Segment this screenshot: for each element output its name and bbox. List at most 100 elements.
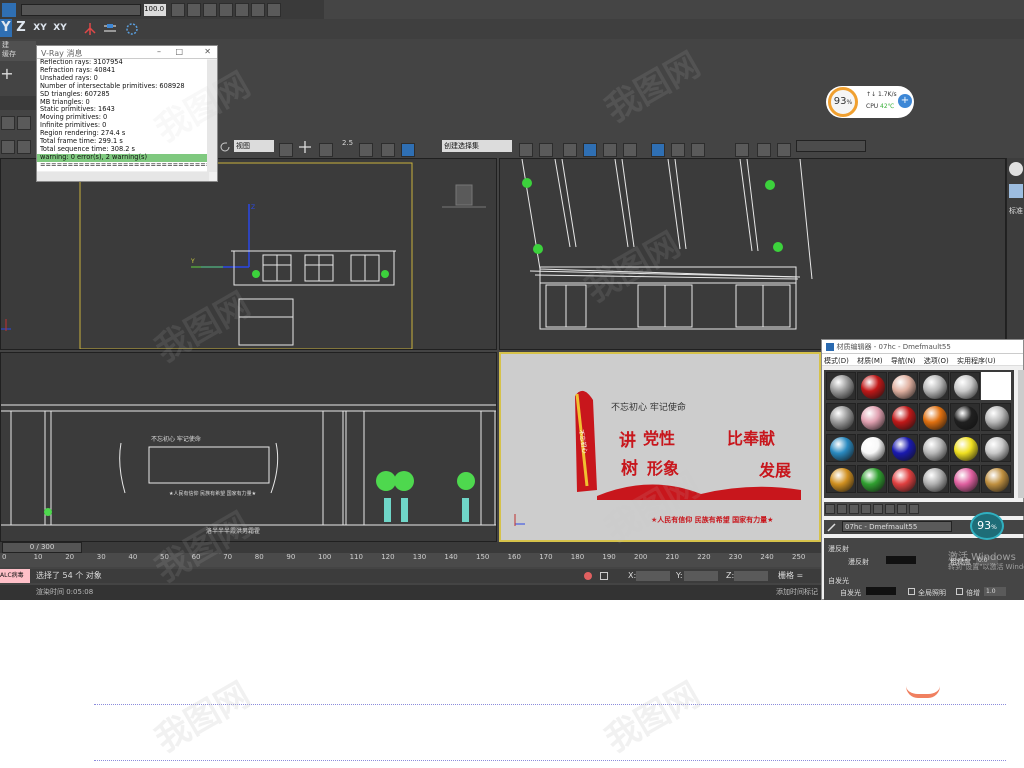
shirt-tool-icon[interactable] xyxy=(17,116,31,130)
material-name-field[interactable]: 07hc - Dmefmault55 xyxy=(842,521,952,532)
material-icon[interactable] xyxy=(623,143,637,157)
material-slot[interactable] xyxy=(857,372,887,400)
viewport-camera-render[interactable]: 不忘初心 牢记使命 讲 党性 比奉献 树 形象 发展 ★人民有信仰 民族有希望 … xyxy=(499,352,821,542)
plus-icon[interactable]: + xyxy=(0,66,14,84)
material-slot[interactable] xyxy=(919,434,949,462)
maximize-icon[interactable]: □ xyxy=(175,47,183,56)
material-slot[interactable] xyxy=(981,403,1011,431)
select-region-icon[interactable] xyxy=(279,143,293,157)
menu-material[interactable]: 材质(M) xyxy=(857,357,883,365)
multiplier-field[interactable]: 1.0 xyxy=(984,587,1006,596)
render-setup-icon[interactable] xyxy=(651,143,665,157)
rotate-icon[interactable] xyxy=(319,143,333,157)
material-slot[interactable] xyxy=(857,434,887,462)
undo-icon[interactable] xyxy=(218,140,232,154)
lock-icon[interactable] xyxy=(600,572,608,580)
material-slot[interactable] xyxy=(888,434,918,462)
selection-set-dropdown[interactable]: 创建选择集 xyxy=(442,140,512,152)
material-slot[interactable] xyxy=(950,372,980,400)
material-slot[interactable] xyxy=(950,403,980,431)
axis-z-button[interactable]: Z xyxy=(14,19,28,37)
id-icon[interactable] xyxy=(909,504,919,514)
cpu-mini-gauge[interactable]: 93% xyxy=(970,512,1004,540)
time-slider-thumb[interactable]: 0 / 300 xyxy=(2,542,82,553)
get-material-icon[interactable] xyxy=(825,504,835,514)
sun-icon[interactable] xyxy=(1009,162,1023,176)
spinner-snap-icon[interactable] xyxy=(401,143,415,157)
display-icon[interactable] xyxy=(1009,184,1023,198)
material-slot[interactable] xyxy=(826,403,856,431)
menu-options[interactable]: 选项(O) xyxy=(924,357,949,365)
sphere-tool-icon[interactable] xyxy=(1,116,15,130)
tab-cache[interactable]: 缓存 xyxy=(0,50,36,59)
material-slot[interactable] xyxy=(950,465,980,493)
y-field[interactable] xyxy=(684,571,718,581)
move-icon[interactable] xyxy=(298,140,312,154)
vray-a-icon[interactable] xyxy=(735,143,749,157)
material-slot[interactable] xyxy=(826,465,856,493)
material-slot[interactable] xyxy=(888,403,918,431)
material-editor-titlebar[interactable]: 材质编辑器 - 07hc - Dmefmault55 xyxy=(822,340,1023,354)
tool-icon-2[interactable] xyxy=(186,3,201,17)
material-slot[interactable] xyxy=(919,372,949,400)
axis-xy2-button[interactable]: XY xyxy=(52,19,68,37)
mirror-tool-icon[interactable] xyxy=(519,143,533,157)
copy-icon[interactable] xyxy=(873,504,883,514)
axis-xy-button[interactable]: XY xyxy=(32,19,48,37)
mirror-icon[interactable] xyxy=(82,22,98,36)
percent-field[interactable]: 100.0 xyxy=(144,4,167,16)
material-slot[interactable] xyxy=(826,434,856,462)
material-slot[interactable] xyxy=(981,465,1011,493)
axis-y-button[interactable]: Y xyxy=(0,19,12,37)
tab-create[interactable]: 建 xyxy=(0,41,36,50)
menu-mode[interactable]: 模式(D) xyxy=(824,357,849,365)
add-time-tag[interactable]: 添加时间标记 xyxy=(776,585,818,599)
render-icon[interactable] xyxy=(691,143,705,157)
material-slot[interactable] xyxy=(857,403,887,431)
material-slot[interactable] xyxy=(826,372,856,400)
cpu-monitor-widget[interactable]: 93% ↑↓ 1.7K/s CPU 42℃ + xyxy=(826,86,914,118)
time-slider[interactable]: 0 / 300 xyxy=(0,542,822,553)
view-dropdown[interactable]: 视图 xyxy=(234,140,274,152)
menu-utilities[interactable]: 实用程序(U) xyxy=(957,357,996,365)
vray-hscrollbar[interactable] xyxy=(37,172,209,181)
schematic-icon[interactable] xyxy=(603,143,617,157)
timeline-ruler[interactable]: 0 10 20 30 40 50 60 70 80 90 100 110 120 130 140 150 160… xyxy=(0,553,822,567)
pin-icon[interactable] xyxy=(584,572,592,580)
unique-icon[interactable] xyxy=(885,504,895,514)
gi-checkbox[interactable] xyxy=(908,588,915,595)
x-field[interactable] xyxy=(636,571,670,581)
z-field[interactable] xyxy=(734,571,768,581)
material-slot[interactable] xyxy=(919,465,949,493)
assign-icon[interactable] xyxy=(849,504,859,514)
viewport-front[interactable]: Y Z xyxy=(0,158,497,350)
minimize-icon[interactable]: – xyxy=(157,47,161,56)
tool-icon-4[interactable] xyxy=(218,3,233,17)
material-slot[interactable] xyxy=(888,465,918,493)
material-slot[interactable] xyxy=(981,434,1011,462)
vray-b-icon[interactable] xyxy=(757,143,771,157)
layer-tool-icon[interactable] xyxy=(563,143,577,157)
material-slot[interactable] xyxy=(857,465,887,493)
light-tool-icon[interactable] xyxy=(1,140,15,154)
tool-icon-6[interactable] xyxy=(250,3,265,17)
put-material-icon[interactable] xyxy=(837,504,847,514)
close-icon[interactable]: ✕ xyxy=(204,47,211,56)
reset-icon[interactable] xyxy=(861,504,871,514)
boost-icon[interactable]: + xyxy=(898,94,912,108)
material-slot[interactable] xyxy=(981,372,1011,400)
library-icon[interactable] xyxy=(897,504,907,514)
percent-snap-icon[interactable] xyxy=(381,143,395,157)
align-icon[interactable] xyxy=(102,22,118,36)
snap-icon[interactable] xyxy=(2,3,16,17)
material-slot[interactable] xyxy=(950,434,980,462)
render-preset-dropdown[interactable] xyxy=(796,140,866,152)
vray-titlebar[interactable]: V-Ray 消息 – □ ✕ xyxy=(37,46,217,59)
layer-icon[interactable] xyxy=(124,22,140,36)
maxscript-listener[interactable]: ALC病毒 xyxy=(0,569,30,583)
wave-tool-icon[interactable] xyxy=(17,140,31,154)
tool-icon-7[interactable] xyxy=(266,3,281,17)
vray-c-icon[interactable] xyxy=(777,143,791,157)
picker-icon[interactable] xyxy=(826,521,838,533)
vray-scrollbar[interactable] xyxy=(207,60,217,172)
